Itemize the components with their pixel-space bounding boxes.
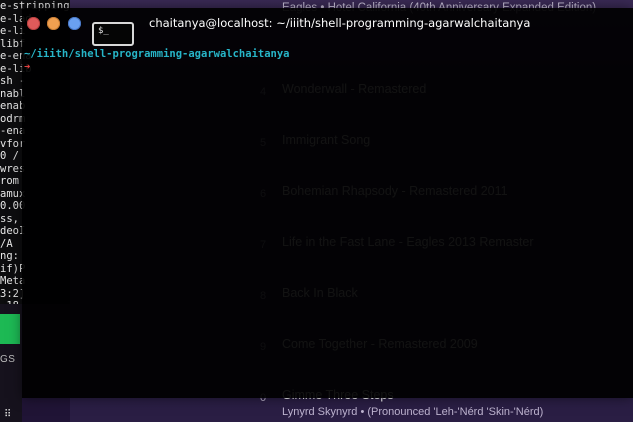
terminal-titlebar[interactable]: $_ chaitanya@localhost: ~/iiith/shell-pr… xyxy=(22,8,633,46)
spotify-play-button[interactable] xyxy=(0,314,20,344)
terminal-icon: $_ xyxy=(92,22,134,46)
minimize-icon[interactable] xyxy=(47,17,60,30)
sidebar-label: GS xyxy=(0,354,16,365)
track-subtitle: Lynyrd Skynyrd • (Pronounced 'Leh-'Nérd … xyxy=(282,406,544,418)
terminal-window[interactable]: $_ chaitanya@localhost: ~/iiith/shell-pr… xyxy=(22,8,633,398)
close-icon[interactable] xyxy=(27,17,40,30)
window-title: chaitanya@localhost: ~/iiith/shell-progr… xyxy=(149,16,531,30)
terminal-icon-text: $_ xyxy=(98,26,109,36)
prompt-arrow-icon: ➜ xyxy=(24,61,31,73)
app-grid-icon[interactable]: ⠿ xyxy=(4,410,11,420)
maximize-icon[interactable] xyxy=(68,17,81,30)
terminal-body[interactable]: ~/iiith/shell-programming-agarwalchaitan… xyxy=(22,48,633,74)
desktop: e-stripping e-lad e-li libf e-ena e-lib sh - na… xyxy=(0,0,633,422)
prompt-path: ~/iiith/shell-programming-agarwalchaitan… xyxy=(24,48,290,60)
